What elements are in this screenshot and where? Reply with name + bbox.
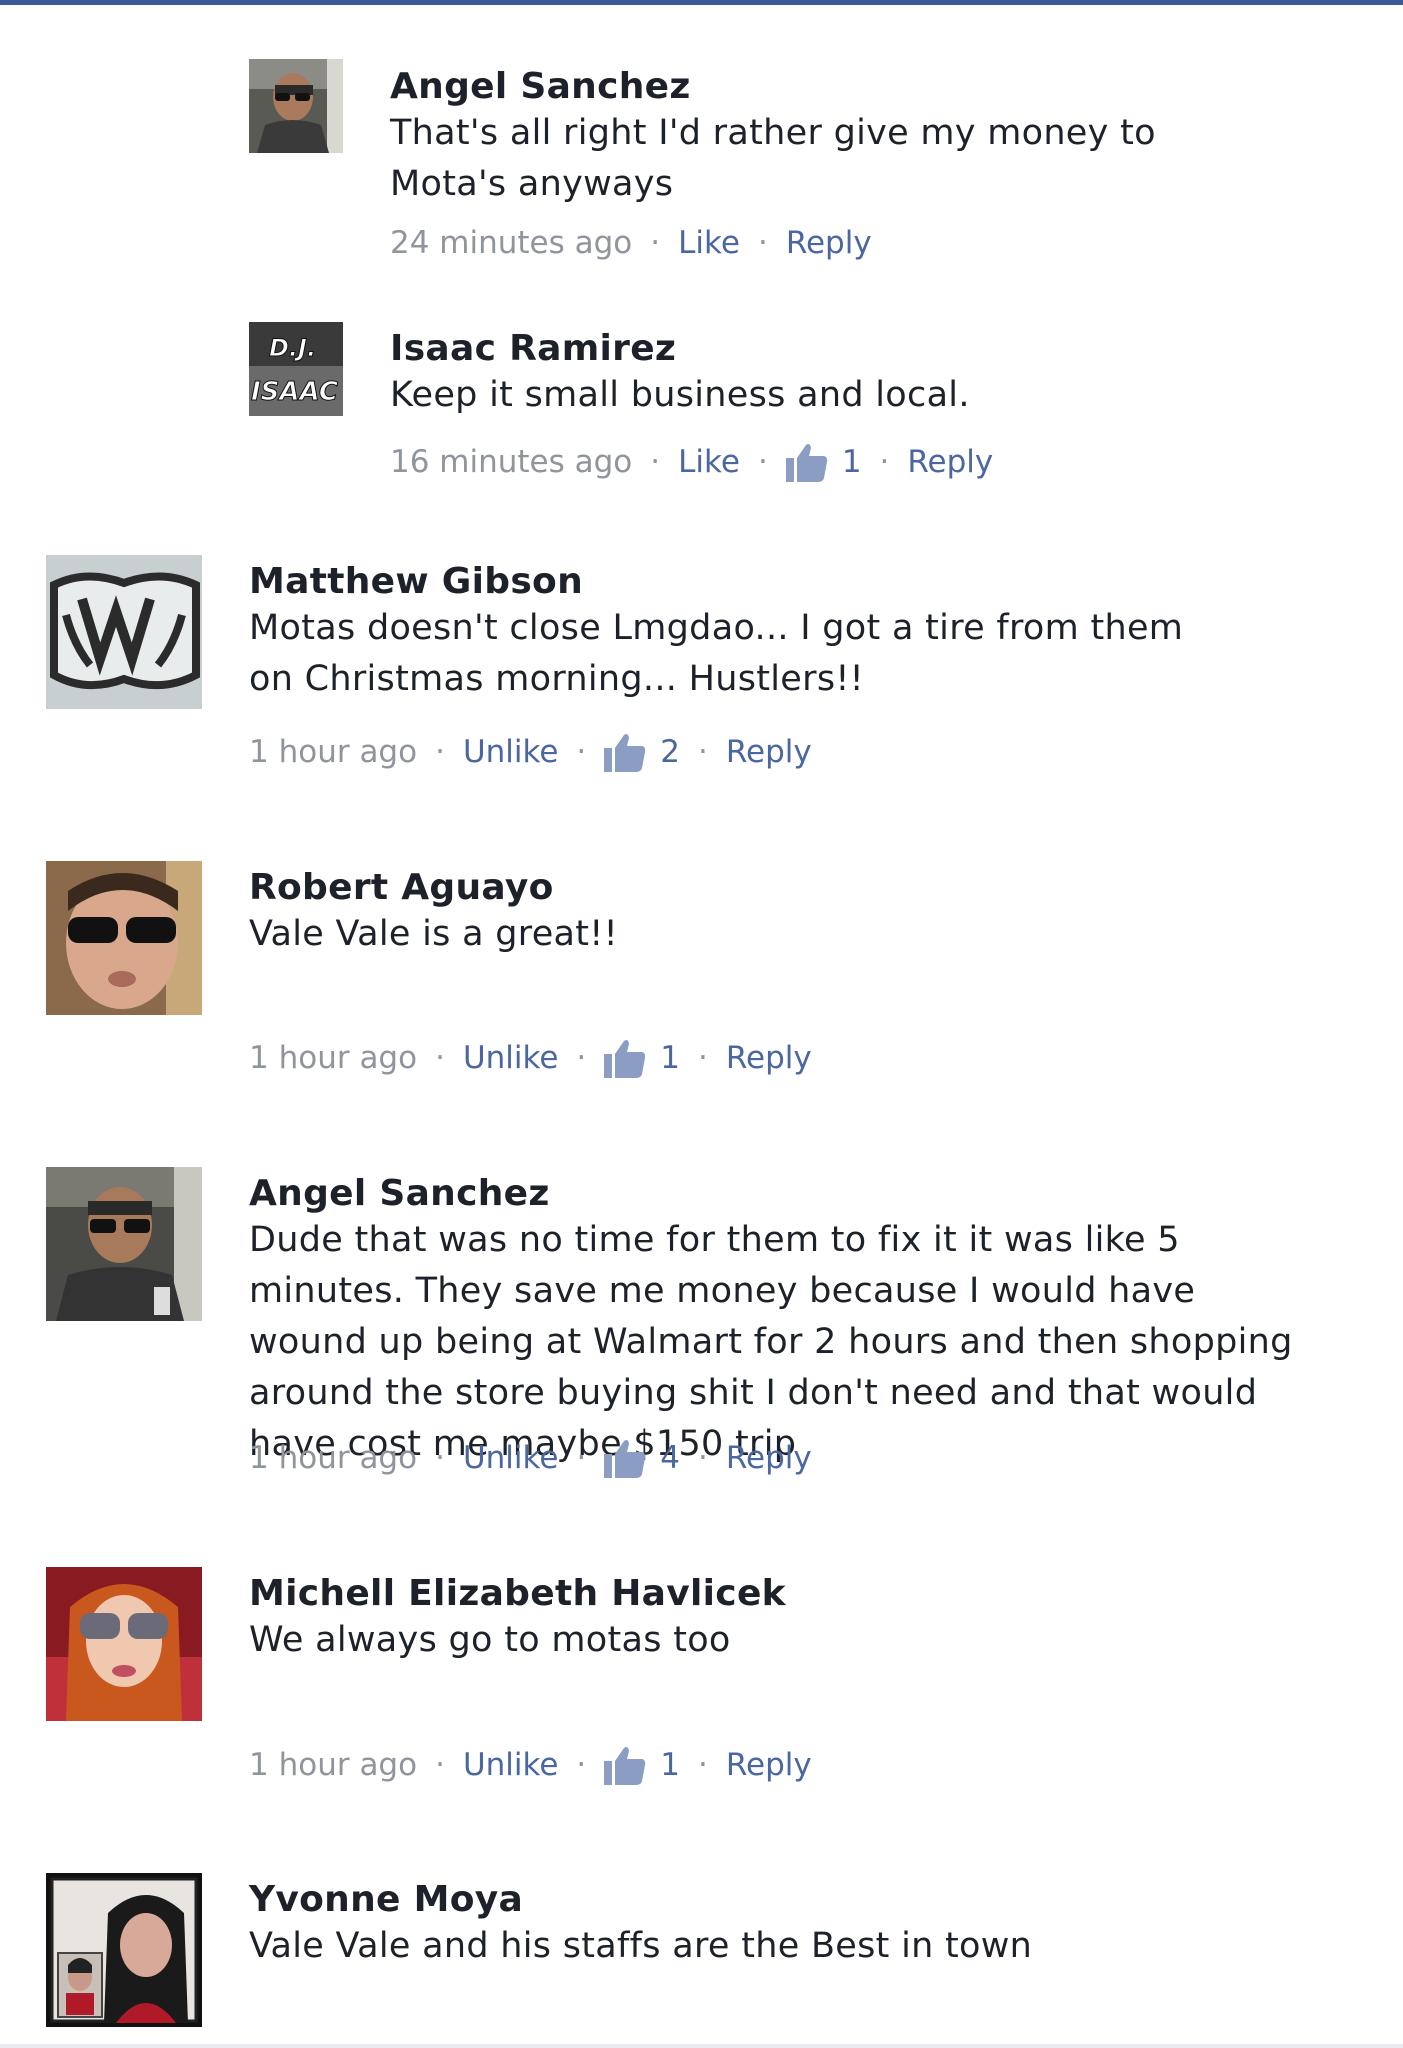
thumbs-up-icon[interactable]: [604, 732, 646, 772]
like-count[interactable]: 2: [660, 734, 680, 770]
avatar-text: D.J.: [269, 334, 316, 362]
reply-button[interactable]: Reply: [786, 225, 872, 261]
like-button[interactable]: Like: [678, 444, 740, 480]
thumbs-up-icon[interactable]: [604, 1438, 646, 1478]
separator-dot: ·: [576, 1747, 587, 1783]
comment-timestamp[interactable]: 16 minutes ago: [390, 444, 632, 480]
like-count[interactable]: 1: [842, 444, 862, 480]
avatar-text: ISAAC: [251, 377, 338, 407]
comment-author[interactable]: Angel Sanchez: [390, 66, 691, 107]
avatar[interactable]: [46, 1567, 202, 1721]
unlike-button[interactable]: Unlike: [463, 734, 558, 770]
separator-dot: ·: [576, 734, 587, 770]
unlike-button[interactable]: Unlike: [463, 1747, 558, 1783]
comment-meta: 1 hour ago · Unlike · 1 · Reply: [249, 1038, 812, 1078]
profile-photo-icon: [46, 861, 202, 1015]
separator-dot: ·: [698, 1040, 708, 1076]
profile-photo-icon: [46, 1167, 202, 1321]
comment-text: Vale Vale and his staffs are the Best in…: [249, 1926, 1033, 1966]
like-count[interactable]: 4: [660, 1440, 680, 1476]
comment-author[interactable]: Isaac Ramirez: [390, 328, 676, 369]
separator-dot: ·: [698, 734, 708, 770]
reply-button[interactable]: Reply: [726, 1747, 812, 1783]
bottom-divider: [0, 2044, 1403, 2048]
like-button[interactable]: Like: [678, 225, 740, 261]
comment-text: That's all right I'd rather give my mone…: [390, 113, 1156, 204]
graphic-logo-icon: [46, 555, 202, 709]
comment-timestamp[interactable]: 1 hour ago: [249, 734, 417, 770]
separator-dot: ·: [435, 734, 445, 770]
separator-dot: ·: [650, 444, 661, 480]
comment-timestamp[interactable]: 1 hour ago: [249, 1747, 417, 1783]
separator-dot: ·: [576, 1040, 587, 1076]
unlike-button[interactable]: Unlike: [463, 1440, 558, 1476]
avatar[interactable]: D.J. ISAAC: [249, 322, 343, 416]
comment-author[interactable]: Matthew Gibson: [249, 561, 583, 602]
unlike-button[interactable]: Unlike: [463, 1040, 558, 1076]
top-border: [0, 0, 1403, 5]
separator-dot: ·: [757, 225, 768, 261]
comment-meta: 1 hour ago · Unlike · 4 · Reply: [249, 1438, 812, 1478]
separator-dot: ·: [757, 444, 768, 480]
comment-meta: 1 hour ago · Unlike · 2 · Reply: [249, 732, 812, 772]
comment-author[interactable]: Michell Elizabeth Havlicek: [249, 1573, 786, 1614]
reply-button[interactable]: Reply: [726, 1440, 812, 1476]
comment-meta: 24 minutes ago · Like · Reply: [390, 225, 872, 261]
separator-dot: ·: [879, 444, 890, 480]
separator-dot: ·: [435, 1440, 445, 1476]
avatar[interactable]: [46, 1167, 202, 1321]
separator-dot: ·: [698, 1440, 708, 1476]
comment-author[interactable]: Angel Sanchez: [249, 1173, 550, 1214]
comment-text: Keep it small business and local.: [390, 375, 970, 415]
separator-dot: ·: [576, 1440, 587, 1476]
comment-text: Motas doesn't close Lmgdao... I got a ti…: [249, 608, 1184, 699]
separator-dot: ·: [698, 1747, 708, 1783]
thumbs-up-icon[interactable]: [604, 1038, 646, 1078]
like-count[interactable]: 1: [660, 1747, 680, 1783]
comment-timestamp[interactable]: 1 hour ago: [249, 1040, 417, 1076]
thumbs-up-icon[interactable]: [604, 1745, 646, 1785]
comment-author[interactable]: Robert Aguayo: [249, 867, 554, 908]
profile-photo-icon: [46, 1873, 202, 2027]
comment-timestamp[interactable]: 1 hour ago: [249, 1440, 417, 1476]
profile-photo-icon: [46, 1567, 202, 1721]
comment-timestamp[interactable]: 24 minutes ago: [390, 225, 632, 261]
avatar[interactable]: [46, 1873, 202, 2027]
avatar[interactable]: [46, 861, 202, 1015]
separator-dot: ·: [435, 1040, 445, 1076]
reply-button[interactable]: Reply: [726, 1040, 812, 1076]
avatar[interactable]: [46, 555, 202, 709]
dj-logo-icon: D.J. ISAAC: [249, 322, 343, 416]
comment-meta: 16 minutes ago · Like · 1 · Reply: [390, 442, 993, 482]
reply-button[interactable]: Reply: [726, 734, 812, 770]
separator-dot: ·: [435, 1747, 445, 1783]
comment-text: Vale Vale is a great!!: [249, 914, 618, 954]
comment-meta: 1 hour ago · Unlike · 1 · Reply: [249, 1745, 812, 1785]
reply-button[interactable]: Reply: [907, 444, 993, 480]
avatar[interactable]: [249, 59, 343, 153]
separator-dot: ·: [650, 225, 661, 261]
comment-text: We always go to motas too: [249, 1620, 731, 1660]
thumbs-up-icon[interactable]: [785, 442, 828, 482]
comment-text: Dude that was no time for them to fix it…: [249, 1220, 1293, 1464]
profile-photo-icon: [249, 59, 343, 153]
comment-author[interactable]: Yvonne Moya: [249, 1879, 523, 1920]
like-count[interactable]: 1: [660, 1040, 680, 1076]
